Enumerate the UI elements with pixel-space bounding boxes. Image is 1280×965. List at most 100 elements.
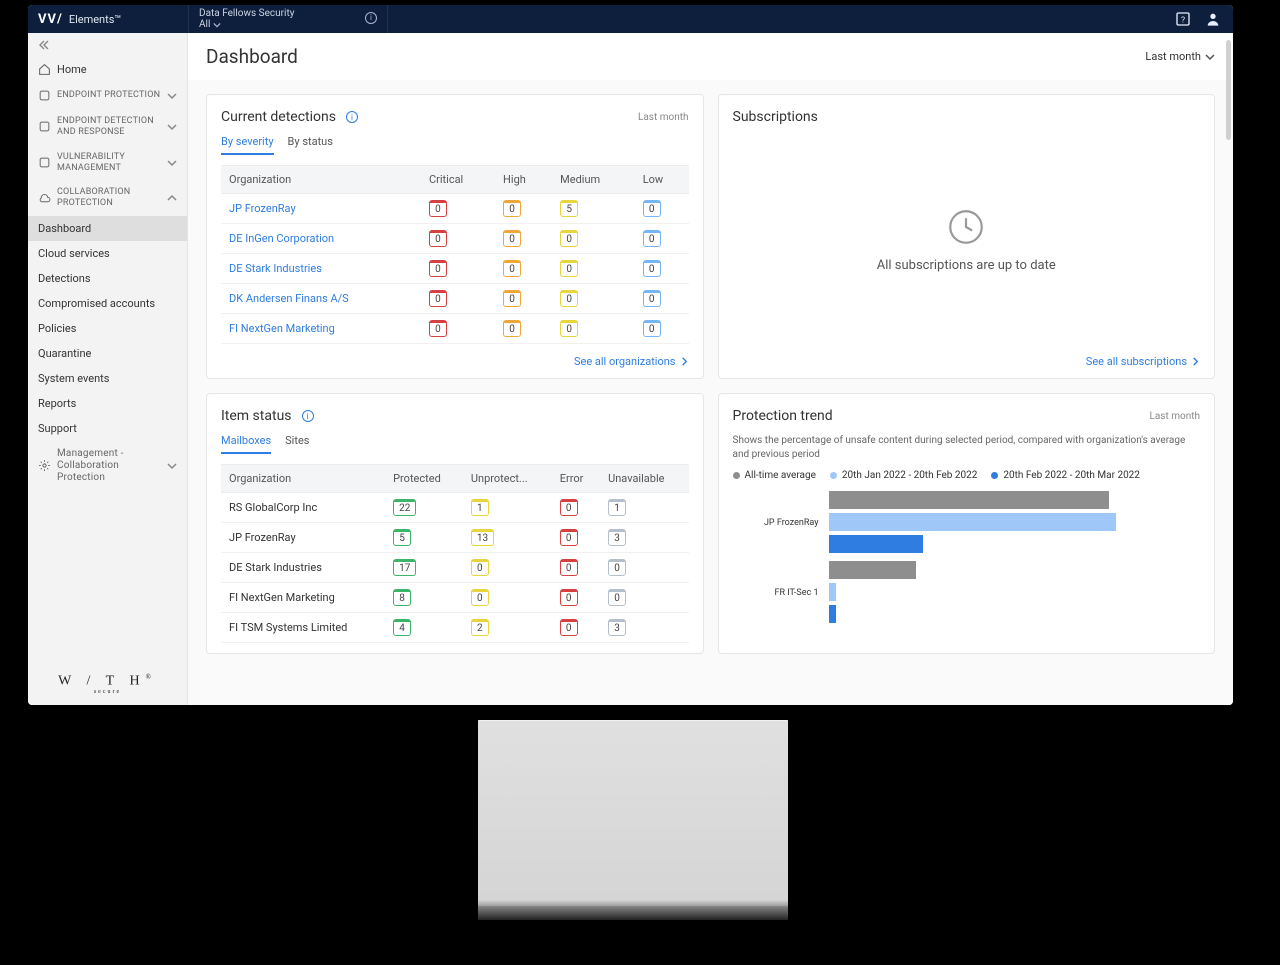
nav-endpoint-detection-and-response[interactable]: ENDPOINT DETECTION AND RESPONSE	[28, 109, 187, 145]
tab-by-status[interactable]: By status	[288, 135, 333, 155]
chart-row: FR IT-Sec 1	[733, 561, 1201, 625]
status-badge[interactable]: 22	[393, 499, 416, 516]
chevron-right-icon	[680, 357, 689, 366]
status-badge[interactable]: 3	[608, 619, 626, 636]
severity-badge[interactable]: 0	[560, 290, 578, 307]
severity-badge[interactable]: 0	[429, 260, 447, 277]
info-icon[interactable]: i	[346, 111, 358, 123]
status-badge[interactable]: 0	[560, 529, 578, 546]
collapse-icon	[38, 39, 50, 51]
nav-sub-reports[interactable]: Reports	[28, 391, 187, 416]
status-badge[interactable]: 0	[560, 559, 578, 576]
severity-badge[interactable]: 0	[643, 320, 661, 337]
severity-badge[interactable]: 0	[643, 200, 661, 217]
org-link[interactable]: DE InGen Corporation	[229, 232, 334, 245]
col-header: Organization	[221, 166, 421, 194]
status-badge[interactable]: 3	[608, 529, 626, 546]
tab-by-severity[interactable]: By severity	[221, 135, 274, 155]
status-badge[interactable]: 0	[560, 589, 578, 606]
chart-bar	[829, 513, 1116, 531]
tab-mailboxes[interactable]: Mailboxes	[221, 434, 271, 454]
see-all-organizations-link[interactable]: See all organizations	[574, 355, 689, 368]
nav-collaboration-protection[interactable]: COLLABORATION PROTECTION	[28, 180, 187, 216]
chart-bars	[829, 491, 1201, 555]
status-badge[interactable]: 17	[393, 559, 416, 576]
org-link[interactable]: DE Stark Industries	[229, 262, 322, 275]
table-row: FI NextGen Marketing 0 0 0 0	[221, 314, 689, 344]
home-icon	[38, 63, 51, 76]
status-badge[interactable]: 5	[393, 529, 411, 546]
card-title: Current detections	[221, 109, 336, 125]
nav-vulnerability-management[interactable]: VULNERABILITY MANAGEMENT	[28, 145, 187, 181]
status-badge[interactable]: 8	[393, 589, 411, 606]
info-icon[interactable]: i	[302, 410, 314, 422]
scrollbar[interactable]	[1226, 40, 1231, 140]
legend-item: 20th Feb 2022 - 20th Mar 2022	[991, 470, 1140, 481]
severity-badge[interactable]: 0	[503, 200, 521, 217]
severity-badge[interactable]: 0	[503, 320, 521, 337]
status-badge[interactable]: 0	[608, 589, 626, 606]
nav-sub-support[interactable]: Support	[28, 416, 187, 441]
col-header: High	[495, 166, 552, 194]
status-badge[interactable]: 1	[608, 499, 626, 516]
nav-sub-detections[interactable]: Detections	[28, 266, 187, 291]
status-badge[interactable]: 0	[560, 619, 578, 636]
severity-badge[interactable]: 0	[503, 290, 521, 307]
nav-home[interactable]: Home	[28, 57, 187, 82]
chart-bar	[829, 605, 836, 623]
tab-sites[interactable]: Sites	[285, 434, 309, 454]
status-badge[interactable]: 0	[471, 559, 489, 576]
help-icon[interactable]: ?	[1175, 11, 1191, 27]
org-cell: RS GlobalCorp Inc	[221, 493, 385, 523]
col-header: Medium	[552, 166, 635, 194]
chart-legend: All-time average20th Jan 2022 - 20th Feb…	[733, 470, 1201, 481]
status-badge[interactable]: 4	[393, 619, 411, 636]
time-filter[interactable]: Last month	[1145, 50, 1215, 63]
severity-badge[interactable]: 0	[560, 230, 578, 247]
topbar: VV/ Elements™ Data Fellows Security All …	[28, 5, 1233, 33]
severity-badge[interactable]: 0	[560, 260, 578, 277]
org-link[interactable]: FI NextGen Marketing	[229, 322, 335, 335]
nav-sub-compromised-accounts[interactable]: Compromised accounts	[28, 291, 187, 316]
sidebar-collapse[interactable]	[28, 33, 187, 57]
nav-sub-system-events[interactable]: System events	[28, 366, 187, 391]
org-link[interactable]: JP FrozenRay	[229, 202, 296, 215]
user-icon[interactable]	[1205, 11, 1221, 27]
severity-badge[interactable]: 0	[429, 230, 447, 247]
col-header: Low	[635, 166, 689, 194]
org-link[interactable]: DK Andersen Finans A/S	[229, 292, 349, 305]
status-badge[interactable]: 1	[471, 499, 489, 516]
severity-badge[interactable]: 0	[643, 230, 661, 247]
severity-badge[interactable]: 0	[503, 260, 521, 277]
nav-management[interactable]: Management - Collaboration Protection	[28, 441, 187, 491]
sidebar: Home ENDPOINT PROTECTIONENDPOINT DETECTI…	[28, 33, 188, 705]
org-selector[interactable]: Data Fellows Security All i	[188, 5, 388, 33]
severity-badge[interactable]: 5	[560, 200, 578, 217]
severity-badge[interactable]: 0	[560, 320, 578, 337]
severity-badge[interactable]: 0	[429, 290, 447, 307]
info-icon[interactable]: i	[365, 12, 377, 24]
status-badge[interactable]: 0	[471, 589, 489, 606]
see-all-subscriptions-link[interactable]: See all subscriptions	[1086, 355, 1200, 368]
chevron-down-icon	[167, 158, 177, 168]
nav-sub-cloud-services[interactable]: Cloud services	[28, 241, 187, 266]
status-badge[interactable]: 0	[560, 499, 578, 516]
chevron-down-icon	[167, 461, 177, 471]
nav-sub-quarantine[interactable]: Quarantine	[28, 341, 187, 366]
brand-name: Elements™	[69, 13, 121, 26]
status-badge[interactable]: 0	[608, 559, 626, 576]
protection-trend-chart: JP FrozenRayFR IT-Sec 1	[733, 491, 1201, 631]
subscriptions-empty-state: All subscriptions are up to date	[733, 135, 1201, 344]
status-badge[interactable]: 2	[471, 619, 489, 636]
chart-row: JP FrozenRay	[733, 491, 1201, 555]
severity-badge[interactable]: 0	[429, 200, 447, 217]
severity-badge[interactable]: 0	[643, 290, 661, 307]
nav-sub-dashboard[interactable]: Dashboard	[28, 216, 187, 241]
severity-badge[interactable]: 0	[503, 230, 521, 247]
brand: VV/ Elements™	[28, 12, 188, 27]
severity-badge[interactable]: 0	[429, 320, 447, 337]
severity-badge[interactable]: 0	[643, 260, 661, 277]
nav-endpoint-protection[interactable]: ENDPOINT PROTECTION	[28, 82, 187, 109]
status-badge[interactable]: 13	[471, 529, 494, 546]
nav-sub-policies[interactable]: Policies	[28, 316, 187, 341]
